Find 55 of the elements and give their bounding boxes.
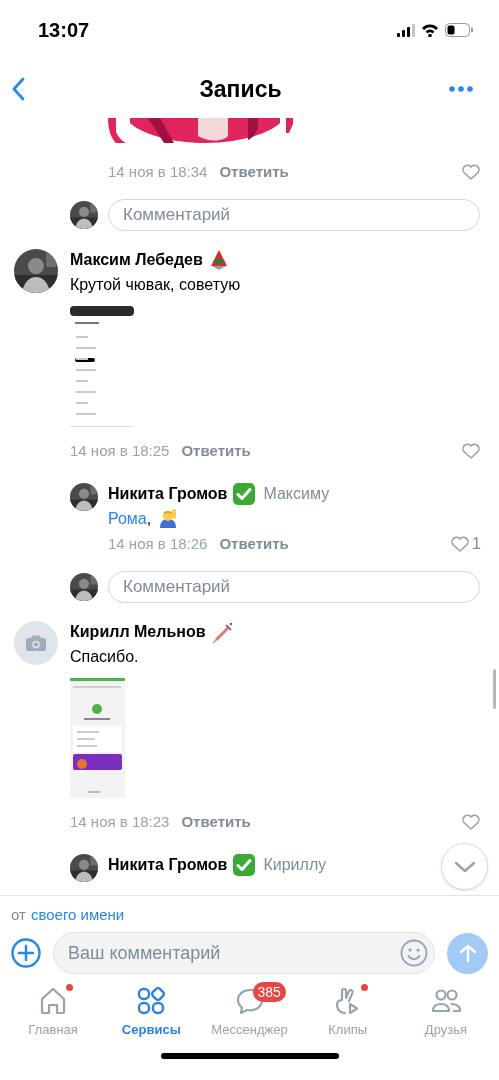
screenshot-thumbnail[interactable] [70, 306, 134, 427]
screenshot-thumbnail[interactable] [70, 678, 125, 798]
comment-text: Крутой чювак, советую [70, 275, 241, 295]
back-icon[interactable] [12, 77, 26, 101]
like-count: 1 [472, 534, 481, 554]
like-icon[interactable] [461, 162, 481, 182]
sender-link[interactable]: своего имени [30, 903, 125, 927]
like-icon[interactable] [450, 534, 471, 554]
comment-input[interactable]: Комментарий [108, 199, 480, 231]
scroll-down-button[interactable] [441, 843, 488, 890]
comment-date: 14 ноя в 18:26 [108, 533, 208, 554]
signal-icon [397, 23, 415, 37]
comment-date: 14 ноя в 18:25 [70, 440, 170, 461]
author-name[interactable]: Никита Громов [108, 853, 228, 877]
syringe-icon [211, 621, 234, 643]
reply-addressee: Кириллу [263, 855, 327, 875]
comment-input[interactable]: Комментарий [108, 571, 480, 603]
services-icon[interactable] [136, 986, 167, 1016]
comment-date: 14 ноя в 18:23 [70, 811, 170, 832]
tab-services[interactable]: Сервисы [102, 986, 201, 1040]
chevron-down-icon[interactable] [453, 860, 476, 873]
battery-icon [445, 23, 473, 37]
author-name[interactable]: Никита Громов [108, 482, 228, 506]
reply-link[interactable]: Ответить [219, 532, 289, 556]
send-button[interactable] [447, 932, 488, 974]
like-icon[interactable] [461, 812, 481, 832]
like-icon[interactable] [461, 441, 481, 461]
page-title: Запись [199, 74, 282, 104]
comment-text: Спасибо. [70, 647, 139, 667]
comment-text: , [146, 509, 152, 529]
unread-count: 385 [252, 982, 286, 1002]
check-mark-icon [233, 854, 256, 876]
tab-friends[interactable]: Друзья [396, 986, 495, 1040]
reply-addressee: Максиму [263, 484, 330, 504]
wifi-icon [421, 23, 439, 37]
camera-icon [25, 634, 47, 652]
scroll-bar [493, 669, 496, 709]
tab-clips[interactable]: Клипы [298, 986, 397, 1040]
tab-home[interactable]: Главная [4, 986, 103, 1040]
add-icon[interactable] [11, 938, 41, 968]
more-icon[interactable] [449, 86, 473, 92]
club-logo-icon [208, 249, 229, 271]
mention-link[interactable]: Рома [108, 507, 147, 531]
arrow-up-icon[interactable] [458, 943, 477, 963]
author-name[interactable]: Максим Лебедев [70, 248, 203, 272]
comment-date: 14 ноя в 18:34 [108, 161, 208, 182]
reply-link[interactable]: Ответить [219, 160, 289, 184]
reply-link[interactable]: Ответить [181, 810, 251, 834]
emoji-icon[interactable] [400, 939, 428, 967]
check-mark-icon [233, 483, 256, 505]
author-name[interactable]: Кирилл Мельнов [70, 620, 206, 644]
sender-label: от [11, 904, 26, 925]
status-time: 13:07 [38, 18, 90, 43]
reply-link[interactable]: Ответить [181, 439, 251, 463]
comment-field[interactable]: Ваш комментарий [53, 932, 435, 974]
